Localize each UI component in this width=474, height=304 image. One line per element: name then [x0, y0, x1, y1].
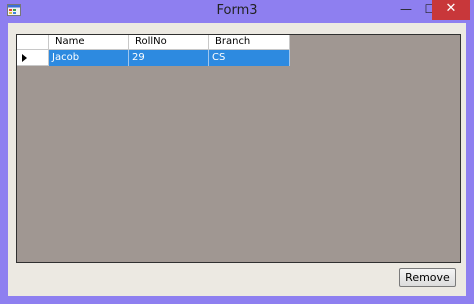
minimize-icon[interactable]: —: [394, 0, 418, 20]
cell-rollno[interactable]: 29: [129, 50, 209, 66]
title-bar[interactable]: Form3 — ☐ ✕: [0, 0, 474, 22]
form-client-area: Name RollNo Branch Jacob 29 CS Remove: [8, 23, 466, 296]
form-window: Form3 — ☐ ✕ Name RollNo Branch Jacob 29 …: [0, 0, 474, 304]
column-header-name[interactable]: Name: [49, 35, 129, 50]
cell-branch[interactable]: CS: [209, 50, 290, 66]
data-grid-view[interactable]: Name RollNo Branch Jacob 29 CS: [16, 34, 461, 263]
cell-name[interactable]: Jacob: [49, 50, 129, 66]
close-icon[interactable]: ✕: [432, 0, 470, 20]
grid-corner-header[interactable]: [17, 35, 49, 50]
column-header-rollno[interactable]: RollNo: [129, 35, 209, 50]
remove-button[interactable]: Remove: [399, 268, 456, 287]
column-header-branch[interactable]: Branch: [209, 35, 290, 50]
current-row-arrow-icon: [22, 54, 27, 62]
row-header[interactable]: [17, 50, 49, 66]
